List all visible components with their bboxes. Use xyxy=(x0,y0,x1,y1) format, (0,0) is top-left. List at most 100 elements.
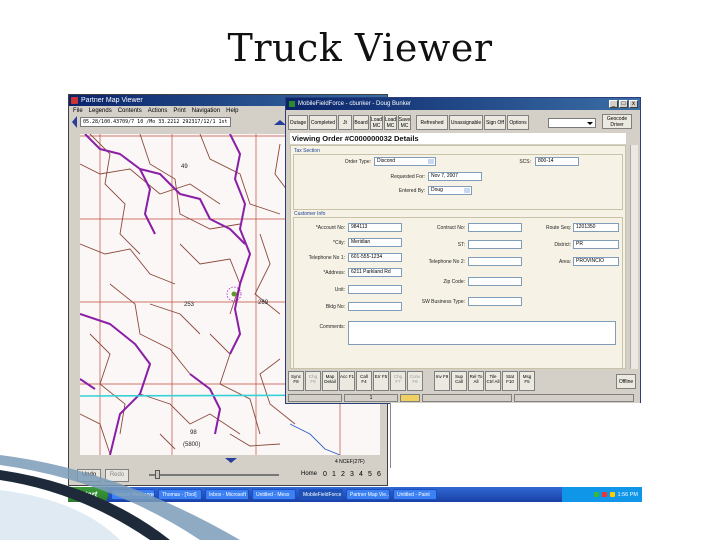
tray-network-icon[interactable] xyxy=(593,492,599,497)
menu-help[interactable]: Help xyxy=(226,106,238,116)
page-4[interactable]: 4 xyxy=(357,469,365,480)
sign-off-button[interactable]: Sign Off xyxy=(484,115,506,130)
function-key-bar: Sync F8 Chg F9 Map Detail Acc F1 Call F4… xyxy=(288,371,536,393)
telephone-2-field[interactable] xyxy=(468,257,522,266)
refreshed-button[interactable]: Refreshed xyxy=(416,115,448,130)
fkey-map[interactable]: Map Detail xyxy=(322,371,338,391)
unassignable-button[interactable]: Unassignable xyxy=(449,115,483,130)
area-field[interactable]: PROVINCIO xyxy=(573,257,619,266)
undo-button[interactable]: Undo xyxy=(77,469,101,482)
status-panel-4 xyxy=(422,394,512,402)
telephone-1-field[interactable]: 601-555-1234 xyxy=(348,253,402,262)
fkey-rel[interactable]: Rel To All xyxy=(468,371,484,391)
outage-button[interactable]: Outage xyxy=(288,115,308,130)
page-2[interactable]: 2 xyxy=(339,469,347,480)
task-thomas[interactable]: Thomas - [Tool] xyxy=(158,489,202,500)
fkey-chg[interactable]: Chg F9 xyxy=(305,371,321,391)
task-inbox[interactable]: Inbox - Microsoft xyxy=(205,489,249,500)
toolbar-dropdown[interactable] xyxy=(548,118,596,128)
fkey-chg-2[interactable]: Chg F7 xyxy=(390,371,406,391)
order-type-label: Order Type: xyxy=(344,159,371,165)
fkey-acc[interactable]: Acc F1 xyxy=(339,371,355,391)
zoom-slider-handle[interactable] xyxy=(155,470,160,479)
background-window-pane xyxy=(390,403,642,468)
maximize-button[interactable]: □ xyxy=(619,100,628,108)
windows-taskbar: start Yahoo! Messenger Thomas - [Tool] I… xyxy=(68,487,642,502)
redo-button[interactable]: Redo xyxy=(105,469,129,482)
task-yahoo-messenger[interactable]: Yahoo! Messenger xyxy=(111,489,155,500)
mff-titlebar[interactable]: MobileFieldForce - cbunker - Doug Bunker… xyxy=(286,98,640,110)
form-scrollbar[interactable] xyxy=(630,145,638,369)
fkey-msg[interactable]: Msg F5 xyxy=(519,371,535,391)
st-field[interactable] xyxy=(468,240,522,249)
task-paint[interactable]: Untitled - Paint xyxy=(393,489,437,500)
address-label: *Address: xyxy=(323,270,345,276)
save-mc-button[interactable]: Save MC xyxy=(398,115,411,130)
page-0[interactable]: 0 xyxy=(321,469,329,480)
menu-contents[interactable]: Contents xyxy=(118,106,142,116)
page-1[interactable]: 1 xyxy=(330,469,338,480)
pan-down-arrow-icon[interactable] xyxy=(225,458,237,463)
fkey-sup[interactable]: Sup Call xyxy=(451,371,467,391)
requested-for-field[interactable]: Nov 7, 2007 xyxy=(428,172,482,181)
completed-button[interactable]: Completed xyxy=(309,115,337,130)
minimize-button[interactable]: _ xyxy=(609,100,618,108)
address-field[interactable]: 6211 Parkland Rd xyxy=(348,268,402,277)
map-window-title: Partner Map Viewer xyxy=(81,97,143,104)
contract-no-label: Contract No: xyxy=(436,225,465,231)
app-icon xyxy=(71,97,78,104)
requested-for-label: Requested For: xyxy=(390,174,425,180)
account-no-field[interactable]: 984113 xyxy=(348,223,402,232)
start-button[interactable]: start xyxy=(68,487,108,502)
fkey-sync[interactable]: Sync F8 xyxy=(288,371,304,391)
order-type-select[interactable]: Discond xyxy=(374,157,436,166)
task-untitled-message[interactable]: Untitled - Mess xyxy=(252,489,296,500)
menu-actions[interactable]: Actions xyxy=(148,106,168,116)
unit-field[interactable] xyxy=(348,285,402,294)
fkey-tile[interactable]: Tile Ctrl All xyxy=(485,371,501,391)
pan-up-arrow-icon[interactable] xyxy=(273,119,286,125)
fkey-err[interactable]: Err F5 xyxy=(373,371,389,391)
options-button[interactable]: Options xyxy=(507,115,529,130)
scs-field[interactable]: 800-14 xyxy=(535,157,579,166)
comments-field[interactable] xyxy=(348,321,616,345)
load-mc-2-button[interactable]: Load MC xyxy=(384,115,397,130)
page-5[interactable]: 5 xyxy=(366,469,374,480)
geocode-driver-button[interactable]: Geocode Driver xyxy=(602,114,632,129)
district-field[interactable]: PR xyxy=(573,240,619,249)
zip-code-field[interactable] xyxy=(468,277,522,286)
fkey-conv[interactable]: Conv F6 xyxy=(407,371,423,391)
menu-legends[interactable]: Legends xyxy=(89,106,112,116)
menu-file[interactable]: File xyxy=(73,106,83,116)
tray-volume-icon[interactable] xyxy=(609,492,615,497)
pan-left-arrow-icon[interactable] xyxy=(72,116,77,128)
city-field[interactable]: Meridian xyxy=(348,238,402,247)
district-label: District: xyxy=(554,242,571,248)
load-mc-button[interactable]: Load MC xyxy=(370,115,383,130)
contract-no-field[interactable] xyxy=(468,223,522,232)
jt-button[interactable]: Jt xyxy=(338,115,352,130)
fkey-call[interactable]: Call F4 xyxy=(356,371,372,391)
menu-navigation[interactable]: Navigation xyxy=(192,106,220,116)
task-mobile-field-force[interactable]: MobileFieldForce xyxy=(299,489,343,500)
fkey-inv[interactable]: Inv F9 xyxy=(434,371,450,391)
zoom-slider-track[interactable] xyxy=(149,474,279,476)
offline-button[interactable]: Offline xyxy=(616,374,636,389)
board-button[interactable]: Board xyxy=(353,115,369,130)
home-button[interactable]: Home xyxy=(299,469,319,480)
page-3[interactable]: 3 xyxy=(348,469,356,480)
status-count: 1 xyxy=(344,394,398,402)
entered-by-select[interactable]: Doug xyxy=(428,186,472,195)
fkey-stat[interactable]: Stat F10 xyxy=(502,371,518,391)
bldg-no-label: Bldg No: xyxy=(325,304,345,310)
business-type-field[interactable] xyxy=(468,297,522,306)
tray-shield-icon[interactable] xyxy=(601,492,607,497)
route-seq-field[interactable]: 1201350 xyxy=(573,223,619,232)
account-no-label: *Account No: xyxy=(315,225,345,231)
close-button[interactable]: x xyxy=(629,100,638,108)
page-6[interactable]: 6 xyxy=(375,469,383,480)
mff-toolbar: Outage Completed Jt Board Load MC Load M… xyxy=(288,114,530,131)
task-partner-map-viewer[interactable]: Partner Map Vie... xyxy=(346,489,390,500)
telephone-1-label: Telephone No 1: xyxy=(308,255,345,261)
menu-print[interactable]: Print xyxy=(173,106,185,116)
